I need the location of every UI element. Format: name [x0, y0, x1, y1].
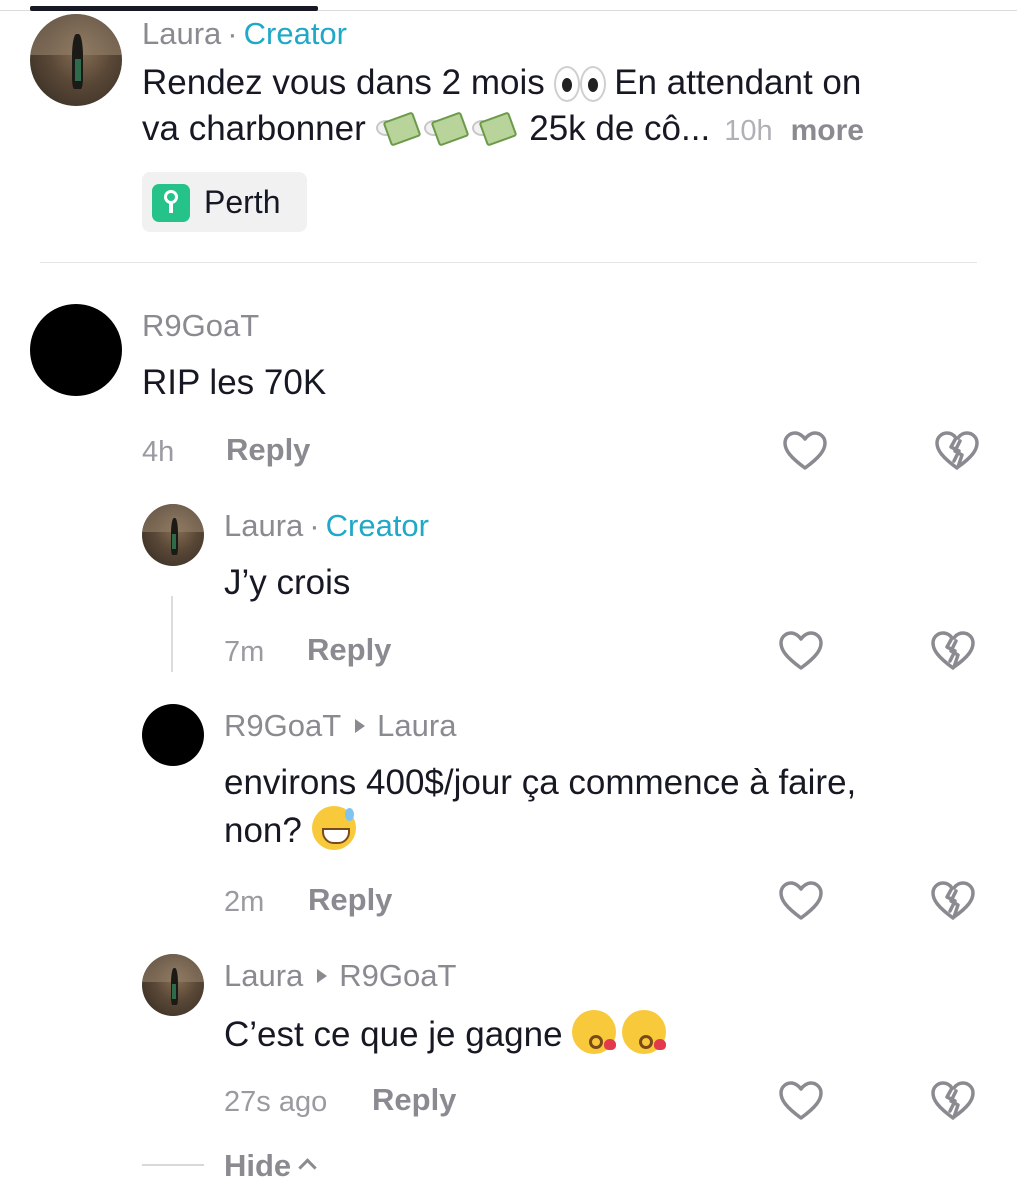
heart-icon[interactable]	[778, 880, 824, 922]
avatar[interactable]	[142, 504, 204, 566]
creator-badge: Creator	[325, 508, 429, 543]
comment-author[interactable]: R9GoaT	[142, 308, 259, 344]
username[interactable]: R9GoaT	[142, 308, 259, 343]
avatar[interactable]	[30, 14, 122, 106]
heart-icon[interactable]	[778, 630, 824, 672]
reply-text: J’y crois	[224, 563, 351, 602]
dislike-icon[interactable]	[934, 430, 980, 472]
dislike-icon[interactable]	[930, 880, 976, 922]
kissing-heart-emoji-icon	[622, 1010, 667, 1054]
money-wings-emoji-icon	[423, 110, 469, 147]
reply-text: C’est ce que je gagne	[224, 1010, 672, 1058]
dislike-icon[interactable]	[930, 630, 976, 672]
reply-to-username[interactable]: Laura	[377, 708, 456, 743]
heart-icon[interactable]	[778, 1080, 824, 1122]
kissing-heart-emoji-icon	[572, 1010, 617, 1054]
reply-text: environs 400$/jour ça commence à faire, …	[224, 763, 857, 850]
reply-to-username[interactable]: R9GoaT	[339, 958, 456, 993]
reply-to-arrow-icon	[355, 719, 366, 734]
comment-author[interactable]: Laura · Creator	[142, 16, 347, 52]
location-tag[interactable]: Perth	[142, 172, 307, 232]
reply-time: 2m	[224, 886, 265, 918]
eyes-emoji-icon	[554, 64, 607, 102]
reply-button[interactable]: Reply	[372, 1082, 456, 1118]
active-tab-indicator	[30, 6, 318, 11]
reply-button[interactable]: Reply	[308, 882, 392, 918]
location-pin-icon	[152, 184, 190, 222]
comment-time: 4h	[142, 436, 175, 468]
reply-author[interactable]: Laura · Creator	[224, 508, 429, 544]
reply-time: 7m	[224, 636, 265, 668]
grinning-sweat-emoji-icon	[311, 806, 356, 850]
username[interactable]: R9GoaT	[224, 708, 341, 743]
username[interactable]: Laura	[142, 16, 221, 51]
comment-divider	[40, 262, 977, 263]
money-wings-emoji-icon	[471, 110, 517, 147]
dislike-icon[interactable]	[930, 1080, 976, 1122]
reply-author[interactable]: R9GoaT Laura	[224, 708, 456, 744]
creator-badge: Creator	[243, 16, 347, 51]
username[interactable]: Laura	[224, 958, 303, 993]
comment-text: RIP les 70K	[142, 363, 327, 402]
avatar[interactable]	[30, 304, 122, 396]
hide-replies-button[interactable]: Hide	[224, 1148, 317, 1184]
comment-time: 10h	[724, 115, 773, 147]
more-link[interactable]: more	[791, 114, 864, 147]
chevron-up-icon	[298, 1158, 317, 1177]
reply-to-arrow-icon	[317, 969, 328, 984]
reply-author[interactable]: Laura R9GoaT	[224, 958, 456, 994]
reply-button[interactable]: Reply	[307, 632, 391, 668]
comment-text: Rendez vous dans 2 mois En attendant on …	[142, 63, 864, 148]
reply-time: 27s ago	[224, 1086, 328, 1118]
reply-button[interactable]: Reply	[226, 432, 310, 468]
heart-icon[interactable]	[782, 430, 828, 472]
location-label: Perth	[204, 184, 281, 220]
thread-line	[171, 596, 173, 672]
avatar[interactable]	[142, 704, 204, 766]
username[interactable]: Laura	[224, 508, 303, 543]
money-wings-emoji-icon	[375, 110, 421, 147]
avatar[interactable]	[142, 954, 204, 1016]
hide-divider	[142, 1164, 204, 1166]
